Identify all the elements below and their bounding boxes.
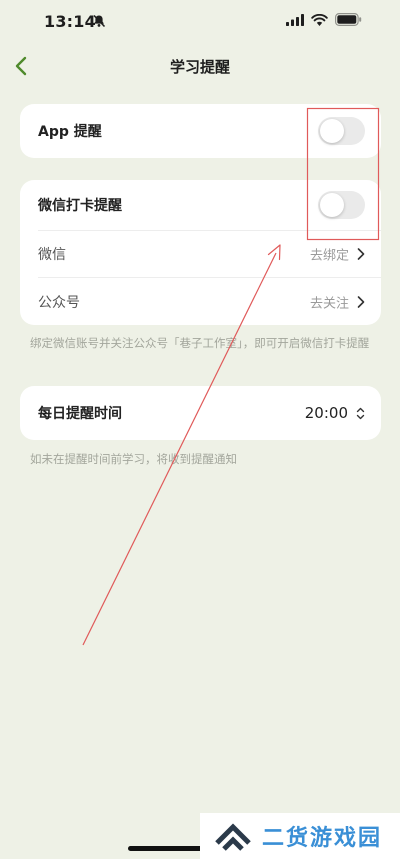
bell-off-icon	[93, 14, 106, 28]
wechat-checkin-toggle[interactable]	[318, 191, 365, 219]
wifi-icon	[311, 13, 328, 26]
official-account-label: 公众号	[38, 294, 80, 311]
status-time: 13:14	[44, 12, 96, 31]
chevron-right-icon	[357, 295, 365, 308]
status-bar: 13:14	[0, 0, 400, 44]
watermark-text: 二货游戏园	[262, 826, 383, 851]
wechat-card: 微信打卡提醒 微信 去绑定 公众号 去关注	[20, 180, 381, 325]
official-account-action: 去关注	[309, 296, 349, 311]
toggle-knob	[320, 193, 344, 217]
signal-icon	[286, 13, 304, 26]
page-title: 学习提醒	[169, 58, 230, 76]
official-account-row[interactable]: 公众号 去关注	[20, 278, 381, 325]
daily-time-label: 每日提醒时间	[38, 406, 122, 422]
daily-time-value: 20:00	[304, 404, 348, 422]
wechat-checkin-row: 微信打卡提醒	[20, 180, 381, 230]
toggle-knob	[320, 119, 344, 143]
app-reminder-row: App 提醒	[20, 104, 381, 158]
daily-time-row[interactable]: 每日提醒时间 20:00	[20, 386, 381, 440]
daily-time-picker[interactable]: 20:00	[305, 404, 365, 422]
app-reminder-card: App 提醒	[20, 104, 381, 158]
navigation-bar: 学习提醒	[0, 44, 400, 88]
up-down-chevron-icon	[356, 407, 365, 419]
app-reminder-toggle[interactable]	[318, 117, 365, 145]
wechat-bind-action: 去绑定	[309, 248, 349, 264]
daily-time-card: 每日提醒时间 20:00	[20, 386, 381, 440]
status-icons	[286, 13, 362, 26]
wechat-hint-text: 绑定微信账号并关注公众号「巷子工作室」，即可开启微信打卡提醒	[30, 336, 370, 350]
app-reminder-label: App 提醒	[38, 124, 102, 140]
battery-icon	[335, 13, 362, 26]
wechat-bind-link[interactable]: 去绑定	[310, 245, 365, 264]
official-account-follow-link[interactable]: 去关注	[310, 292, 365, 311]
time-hint-text: 如未在提醒时间前学习，将收到提醒通知	[30, 452, 237, 466]
chevron-right-icon	[357, 248, 365, 260]
wechat-checkin-label: 微信打卡提醒	[38, 198, 122, 214]
wechat-bind-row[interactable]: 微信 去绑定	[20, 231, 381, 277]
watermark: 二货游戏园	[200, 813, 400, 859]
watermark-logo-icon	[215, 823, 251, 851]
wechat-label: 微信	[38, 247, 66, 263]
